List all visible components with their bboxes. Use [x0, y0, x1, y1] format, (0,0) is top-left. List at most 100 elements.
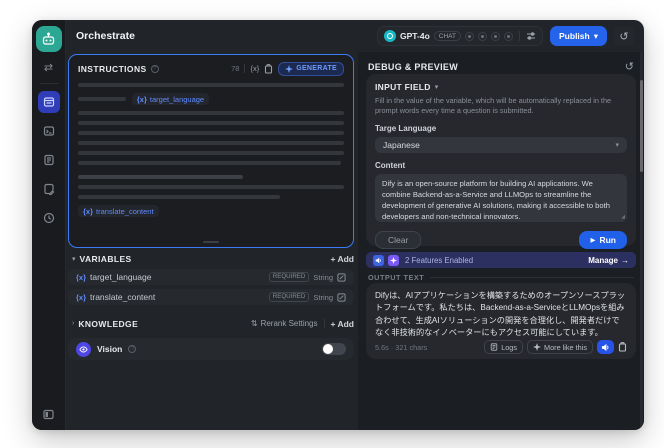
history-icon: ↺ — [619, 30, 629, 43]
variable-row-translate-content[interactable]: {x} translate_content REQUIRED String — [68, 289, 354, 305]
logs-button[interactable]: Logs — [484, 340, 524, 354]
knowledge-header: › KNOWLEDGE ⇅ Rerank Settings + Add — [72, 317, 354, 330]
collapse-panel-icon[interactable] — [42, 408, 55, 421]
rerank-label: Rerank Settings — [260, 319, 318, 328]
variable-glyph: {x} — [76, 292, 87, 302]
sidebar-item-annotation[interactable] — [38, 178, 60, 200]
features-enabled-bar[interactable]: 2 Features Enabled Manage → — [366, 252, 636, 268]
model-name: GPT-4o — [400, 31, 430, 41]
vision-feature-row: Vision ? — [68, 338, 354, 360]
variables-header: ▾ VARIABLES + Add — [72, 252, 354, 265]
char-count: 78 — [231, 64, 240, 73]
output-divider-line — [430, 277, 634, 278]
variable-chip-translate-content[interactable]: {x} translate_content — [78, 205, 159, 217]
chevron-right-icon[interactable]: › — [72, 320, 74, 327]
vision-toggle[interactable] — [322, 343, 346, 355]
more-like-this-feature-icon — [388, 254, 399, 266]
skeleton-line — [78, 161, 342, 165]
plus-icon: + — [330, 253, 336, 264]
sparkle-icon — [285, 64, 294, 73]
instructions-header: INSTRUCTIONS ? 78 {x} GENERATE — [78, 61, 344, 76]
required-badge: REQUIRED — [268, 271, 310, 283]
skeleton-line — [78, 141, 344, 145]
sidebar-item-monitoring[interactable] — [38, 207, 60, 229]
play-icon: ▶ — [590, 237, 596, 245]
content-textarea[interactable]: Dify is an open-source platform for buil… — [375, 174, 627, 223]
text-to-speech-button[interactable] — [597, 340, 614, 354]
copy-icon[interactable] — [264, 63, 273, 74]
skeleton-line — [78, 121, 344, 125]
input-field-title: INPUT FIELD — [375, 82, 431, 92]
run-label: Run — [599, 235, 616, 246]
model-settings-icon[interactable] — [526, 31, 536, 41]
skeleton-line — [78, 175, 243, 179]
panel-resize-handle[interactable] — [203, 241, 219, 243]
text-to-speech-feature-icon — [373, 254, 384, 266]
redacted-prompt-text: {x} target_language {x} translate_conten… — [78, 76, 344, 239]
clear-button[interactable]: Clear — [375, 231, 422, 250]
variable-row-target-language[interactable]: {x} target_language REQUIRED String — [68, 269, 354, 285]
switch-app-icon[interactable]: ⇄ — [44, 61, 53, 74]
eye-icon — [76, 341, 91, 357]
knowledge-title: KNOWLEDGE — [78, 318, 139, 329]
input-field-card: INPUT FIELD ▾ Fill in the value of the v… — [366, 74, 636, 250]
instructions-panel[interactable]: INSTRUCTIONS ? 78 {x} GENERATE {x} targe… — [68, 54, 354, 248]
capability-icon-3 — [491, 31, 501, 41]
copy-output-button[interactable] — [618, 342, 627, 352]
model-selector[interactable]: GPT-4o CHAT — [377, 26, 544, 46]
variable-name: translate_content — [90, 292, 156, 302]
input-field-description: Fill in the value of the variable, which… — [375, 96, 612, 116]
variable-chip-label: target_language — [149, 94, 205, 104]
output-card: Difyは、AIアプリケーションを構築するためのオープンソースプラットフォームで… — [366, 283, 636, 359]
history-button[interactable]: ↺ — [614, 26, 634, 46]
generate-label: GENERATE — [296, 65, 337, 72]
generate-button[interactable]: GENERATE — [278, 61, 344, 76]
more-like-this-button[interactable]: More like this — [527, 340, 593, 354]
info-icon[interactable]: ? — [128, 345, 137, 353]
output-stats: 5.6s · 321 chars — [375, 342, 428, 352]
variable-glyph: {x} — [76, 272, 87, 282]
insert-variable-icon[interactable]: {x} — [250, 64, 259, 73]
run-button[interactable]: ▶ Run — [579, 231, 627, 250]
edit-variable-icon[interactable] — [337, 272, 346, 282]
sidebar-item-api-access[interactable] — [38, 120, 60, 142]
chevron-down-icon: ▾ — [593, 30, 598, 41]
chevron-down-icon[interactable]: ▾ — [72, 255, 76, 263]
content-value: Dify is an open-source platform for buil… — [382, 179, 610, 222]
scrollbar-thumb[interactable] — [640, 80, 643, 172]
chevron-down-icon[interactable]: ▾ — [435, 83, 439, 91]
refresh-icon[interactable]: ↺ — [625, 60, 634, 73]
skeleton-line — [78, 83, 344, 87]
rerank-icon: ⇅ — [250, 319, 258, 328]
logs-label: Logs — [501, 342, 518, 352]
capability-icon-4 — [504, 31, 514, 41]
app-logo-robot-icon[interactable] — [35, 26, 62, 52]
edit-variable-icon[interactable] — [337, 292, 346, 302]
add-knowledge-button[interactable]: + Add — [331, 319, 355, 329]
instructions-title: INSTRUCTIONS — [78, 63, 147, 74]
publish-button[interactable]: Publish ▾ — [550, 26, 607, 46]
sidebar-item-orchestrate[interactable] — [37, 91, 60, 113]
target-language-label: Targe Language — [375, 124, 437, 134]
app-header: Orchestrate GPT-4o CHAT Publish ▾ ↺ — [66, 20, 644, 52]
add-label: Add — [337, 318, 354, 329]
openai-icon — [384, 30, 397, 42]
sparkle-icon — [533, 343, 542, 351]
capability-icon-1 — [465, 31, 475, 41]
target-language-select[interactable]: Japanese ▾ — [375, 137, 627, 154]
required-badge: REQUIRED — [268, 291, 310, 303]
capability-icon-2 — [478, 31, 488, 41]
manage-features-button[interactable]: Manage → — [588, 256, 629, 265]
features-enabled-text: 2 Features Enabled — [405, 255, 474, 265]
info-icon[interactable]: ? — [150, 64, 159, 73]
variable-chip-target-language[interactable]: {x} target_language — [131, 93, 210, 105]
rerank-settings-button[interactable]: ⇅ Rerank Settings — [251, 319, 318, 328]
skeleton-line — [78, 185, 344, 189]
resize-corner-icon[interactable]: ◢ — [621, 214, 625, 221]
variable-glyph: {x} — [136, 94, 147, 104]
sidebar-item-logs[interactable] — [38, 149, 60, 171]
variable-glyph: {x} — [83, 206, 94, 216]
more-like-this-label: More like this — [544, 342, 587, 352]
logs-icon — [490, 343, 498, 351]
add-variable-button[interactable]: + Add — [331, 254, 355, 264]
